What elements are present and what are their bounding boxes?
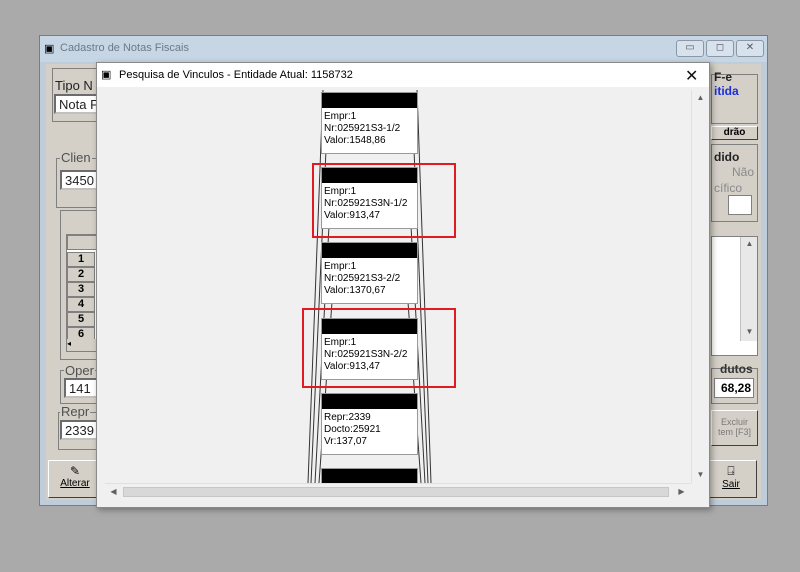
excluir-item-button[interactable]: Excluir tem [F3] bbox=[711, 410, 758, 446]
alterar-label: Alterar bbox=[60, 478, 90, 489]
sair-button[interactable]: ⍈ Sair bbox=[705, 460, 757, 498]
scroll-up-icon[interactable]: ▲ bbox=[692, 90, 709, 106]
grid-row-header[interactable]: 3 bbox=[67, 282, 95, 297]
card-line: Docto:25921 bbox=[324, 424, 381, 435]
tipo-label: Tipo N bbox=[54, 78, 94, 93]
card-line: Repr:2339 bbox=[324, 412, 371, 423]
vinculos-dialog: ▣ Pesquisa de Vinculos - Entidade Atual:… bbox=[96, 62, 710, 508]
main-window-titlebar[interactable]: ▣ Cadastro de Notas Fiscais ▭ ◻ ✕ bbox=[40, 36, 767, 62]
grid-row-header[interactable]: 2 bbox=[67, 267, 95, 282]
diagram-canvas[interactable]: Empr:1 Nr:025921S3-1/2 Valor:1548,86 Emp… bbox=[105, 90, 690, 483]
link-card[interactable]: Empr:1 Nr:025921S3-1/2 Valor:1548,86 bbox=[321, 92, 418, 154]
card-line: Valor:1548,86 bbox=[324, 135, 386, 146]
alterar-button[interactable]: ✎ Alterar bbox=[48, 460, 102, 498]
card-line: Nr:025921S3-2/2 bbox=[324, 273, 401, 284]
nfe-title: F-e bbox=[714, 70, 732, 84]
link-card[interactable]: Repr:2339 Docto:25921 Vr:137,07 bbox=[321, 393, 418, 455]
dialog-title: Pesquisa de Vinculos - Entidade Atual: 1… bbox=[119, 69, 353, 81]
excluir-label: Excluir bbox=[720, 417, 748, 427]
sair-label: Sair bbox=[722, 479, 740, 490]
grid-row-header[interactable]: 4 bbox=[67, 297, 95, 312]
nfe-status: itida bbox=[714, 84, 739, 98]
card-header-bar bbox=[322, 469, 417, 483]
card-header-bar bbox=[322, 93, 417, 108]
right-list[interactable]: ▲ ▼ bbox=[711, 236, 758, 356]
produtos-label: dutos bbox=[720, 362, 753, 376]
right-list-scrollbar[interactable]: ▲ ▼ bbox=[740, 237, 757, 341]
close-button[interactable]: ✕ bbox=[736, 40, 764, 57]
card-line: Empr:1 bbox=[324, 111, 357, 122]
dialog-horizontal-scrollbar[interactable]: ◀ ▶ bbox=[105, 483, 691, 499]
main-window-title: Cadastro de Notas Fiscais bbox=[60, 42, 189, 54]
especifico-label: cífico bbox=[714, 181, 743, 195]
scroll-up-icon[interactable]: ▲ bbox=[741, 237, 758, 251]
maximize-button[interactable]: ◻ bbox=[706, 40, 734, 57]
scroll-down-icon[interactable]: ▼ bbox=[692, 467, 709, 483]
card-line: Vr:137,07 bbox=[324, 436, 367, 447]
excluir-item-label: tem [F3] bbox=[717, 427, 751, 437]
dialog-vertical-scrollbar[interactable]: ▲ ▼ bbox=[691, 90, 708, 483]
card-header-bar bbox=[322, 394, 417, 409]
minimize-button[interactable]: ▭ bbox=[676, 40, 704, 57]
highlight-box bbox=[302, 308, 456, 388]
highlight-box bbox=[312, 163, 456, 238]
card-header-bar bbox=[322, 243, 417, 258]
pedido-label: dido bbox=[714, 150, 740, 164]
cliente-label: Clien bbox=[60, 150, 92, 165]
grid-row-header[interactable]: 1 bbox=[67, 252, 95, 267]
padrao-button[interactable]: drão bbox=[711, 126, 758, 140]
oper-label: Oper bbox=[64, 363, 95, 378]
link-card[interactable]: Empr:1 Nr:025921S3-2/2 Valor:1370,67 bbox=[321, 242, 418, 304]
dialog-titlebar[interactable]: ▣ Pesquisa de Vinculos - Entidade Atual:… bbox=[97, 63, 709, 87]
nao-label: Não bbox=[732, 165, 755, 179]
scroll-right-icon[interactable]: ▶ bbox=[673, 484, 690, 500]
horizontal-scroll-thumb[interactable] bbox=[123, 487, 669, 497]
exit-door-icon: ⍈ bbox=[727, 464, 735, 478]
link-card[interactable] bbox=[321, 468, 418, 483]
grid-row-header[interactable]: 5 bbox=[67, 312, 95, 327]
tipo-field[interactable]: Nota F bbox=[54, 94, 100, 114]
especifico-field[interactable] bbox=[728, 195, 752, 215]
dialog-close-icon[interactable]: ✕ bbox=[685, 66, 698, 86]
scroll-down-icon[interactable]: ▼ bbox=[741, 325, 758, 339]
card-line: Empr:1 bbox=[324, 261, 357, 272]
produtos-total-field: 68,28 bbox=[714, 378, 754, 398]
edit-icon: ✎ bbox=[69, 464, 81, 478]
repr-label: Repr bbox=[60, 404, 91, 419]
card-line: Valor:1370,67 bbox=[324, 285, 386, 296]
cliente-field[interactable]: 3450 bbox=[60, 170, 100, 190]
card-line: Nr:025921S3-1/2 bbox=[324, 123, 401, 134]
dialog-app-icon: ▣ bbox=[101, 69, 112, 81]
app-icon: ▣ bbox=[44, 43, 55, 55]
scroll-left-icon[interactable]: ◀ bbox=[105, 484, 122, 500]
